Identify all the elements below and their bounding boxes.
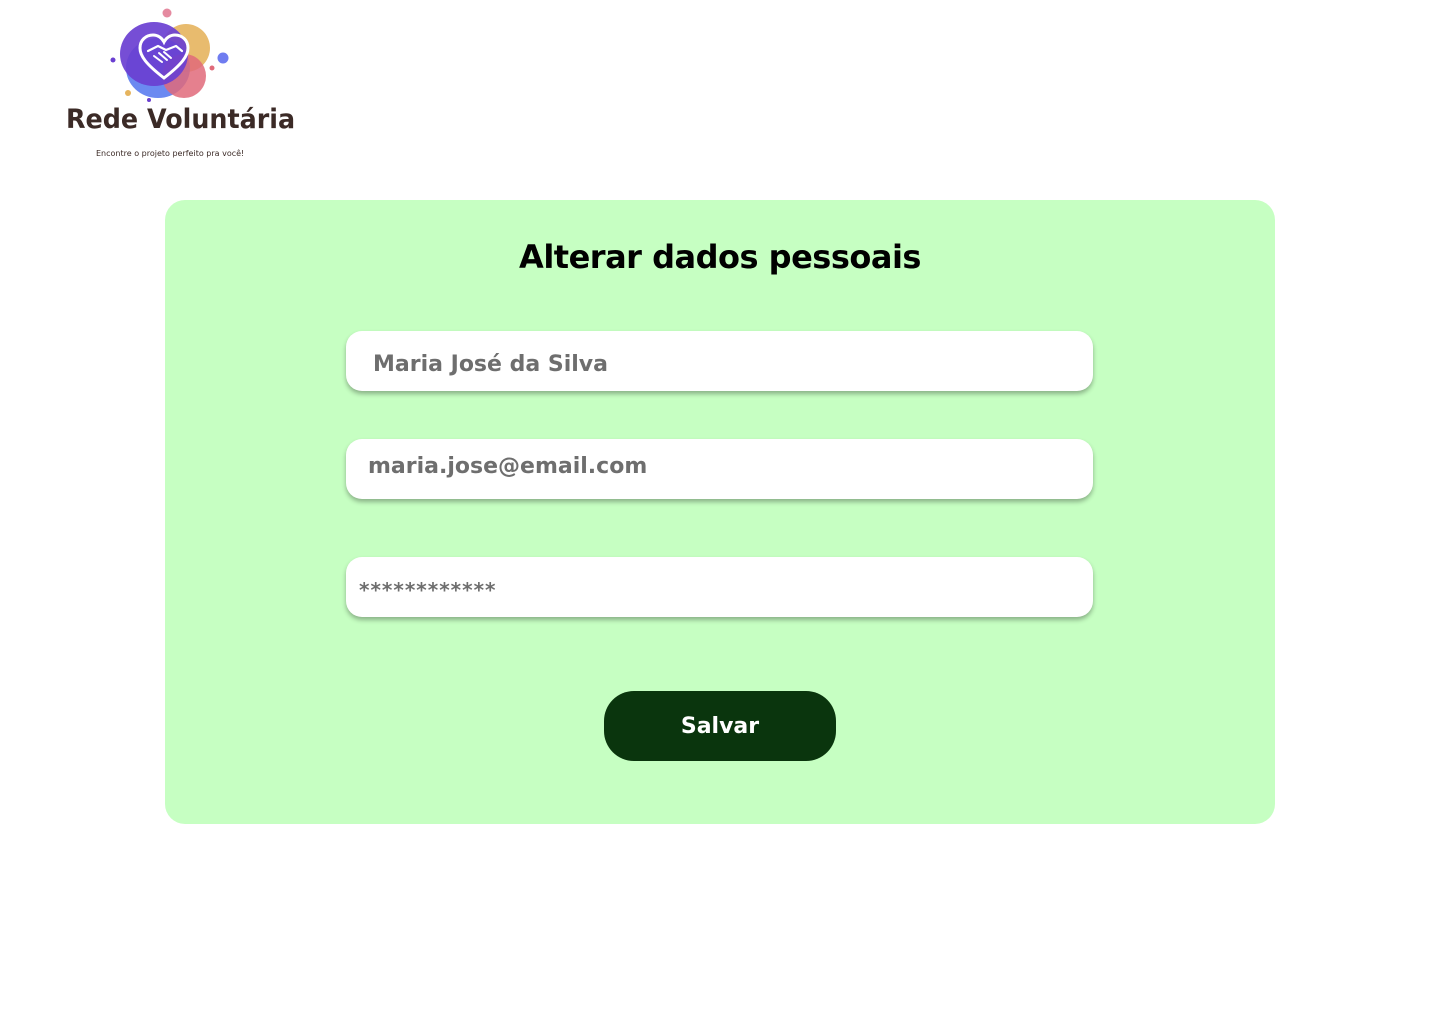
page-title: Alterar dados pessoais <box>519 238 921 276</box>
name-field[interactable] <box>346 331 1093 391</box>
personal-data-card: Alterar dados pessoais Salvar <box>165 200 1275 824</box>
brand-name: Rede Voluntária <box>66 104 296 135</box>
name-field-wrapper <box>346 331 1093 391</box>
brand-tagline: Encontre o projeto perfeito pra você! <box>96 149 245 158</box>
password-field-wrapper <box>346 557 1093 617</box>
email-field-wrapper <box>346 439 1093 499</box>
heart-handshake-icon <box>110 8 229 102</box>
brand-logo[interactable]: Rede Voluntária Encontre o projeto perfe… <box>60 4 295 168</box>
save-button[interactable]: Salvar <box>604 691 836 761</box>
password-field[interactable] <box>346 557 1093 617</box>
page: Rede Voluntária Encontre o projeto perfe… <box>0 0 1440 1024</box>
email-field[interactable] <box>346 439 1093 499</box>
